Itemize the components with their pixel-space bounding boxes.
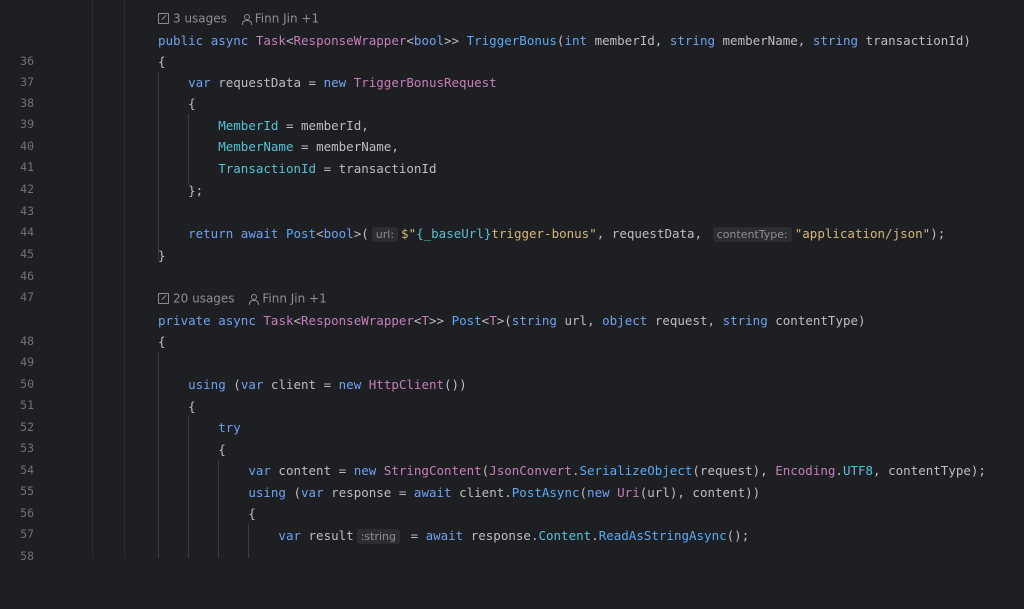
code-line[interactable]: 47 (0, 266, 1024, 304)
code-line[interactable]: 50 (0, 353, 1024, 391)
code-line[interactable]: 37 { (0, 51, 1024, 89)
code-editor[interactable]: 3 usages Finn Jin +1 36 public async Tas… (0, 0, 1024, 563)
code-line[interactable]: 45 return await Post<bool>(url: $"{_baseU… (0, 223, 1024, 261)
type-hint-string: :string (356, 529, 400, 544)
code-line[interactable]: 58 var result:string = await response.Co… (0, 525, 1024, 563)
code-line[interactable]: 42 TransactionId = transactionId (0, 158, 1024, 196)
author-label[interactable]: Finn Jin +1 (255, 12, 319, 26)
code-line[interactable]: 43 }; (0, 180, 1024, 218)
author-icon (248, 293, 260, 305)
usages-link[interactable]: 20 usages (173, 292, 235, 306)
usages-icon (158, 293, 169, 304)
code-line[interactable]: 38 var requestData = new TriggerBonusReq… (0, 72, 1024, 110)
line-number: 47 (20, 290, 34, 304)
code-line[interactable]: 51 using (var client = new HttpClient()) (0, 374, 1024, 412)
param-hint-url: url: (371, 227, 399, 242)
code-line[interactable]: 40 MemberId = memberId, (0, 115, 1024, 153)
line-number: 58 (20, 549, 34, 563)
code-line[interactable]: 48 private async Task<ResponseWrapper<T>… (0, 310, 1024, 348)
code-line[interactable]: 49 { (0, 331, 1024, 369)
code-line[interactable]: 56 using (var response = await client.Po… (0, 482, 1024, 520)
code-line[interactable]: 55 var content = new StringContent(JsonC… (0, 460, 1024, 498)
usages-link[interactable]: 3 usages (173, 12, 227, 26)
code-line[interactable]: 54 { (0, 439, 1024, 477)
param-hint-contenttype: contentType: (712, 227, 792, 242)
code-lens-post[interactable]: 20 usages Finn Jin +1 (158, 288, 327, 308)
author-icon (241, 13, 252, 25)
code-lens-trigger-bonus[interactable]: 3 usages Finn Jin +1 (158, 8, 319, 28)
author-label[interactable]: Finn Jin +1 (262, 292, 326, 306)
code-line[interactable]: 44 (0, 201, 1024, 239)
code-line[interactable]: 52 { (0, 396, 1024, 434)
code-line[interactable]: 53 try (0, 417, 1024, 455)
code-line[interactable]: 39 { (0, 93, 1024, 131)
usages-icon (158, 13, 169, 24)
code-line[interactable]: 41 MemberName = memberName, (0, 136, 1024, 174)
code-line[interactable]: 36 public async Task<ResponseWrapper<boo… (0, 30, 1024, 68)
code-line[interactable]: 46 } (0, 245, 1024, 283)
code-line[interactable]: 57 { (0, 503, 1024, 541)
